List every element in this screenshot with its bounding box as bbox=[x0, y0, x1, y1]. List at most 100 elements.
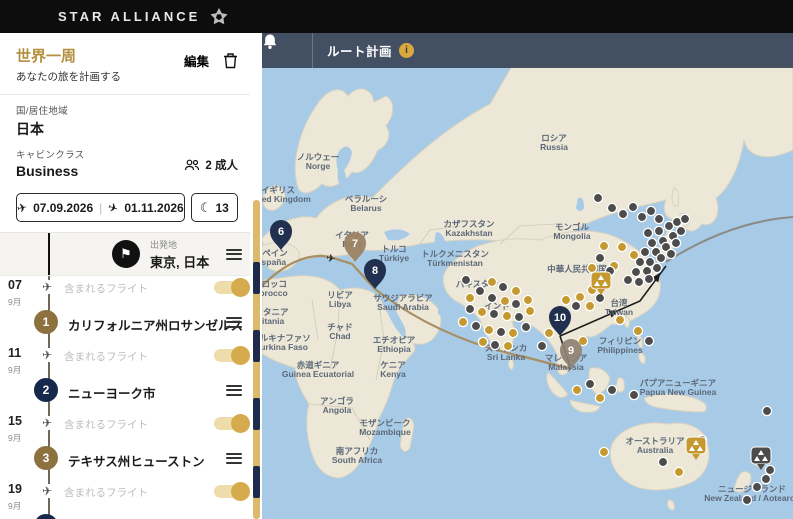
airport-dot[interactable] bbox=[680, 214, 689, 223]
airport-dot[interactable] bbox=[475, 286, 484, 295]
airport-dot[interactable] bbox=[643, 228, 652, 237]
included-flight-toggle[interactable] bbox=[214, 281, 248, 294]
scrollbar-segment bbox=[253, 262, 260, 294]
airport-dot[interactable] bbox=[458, 317, 467, 326]
airport-dot[interactable] bbox=[618, 209, 627, 218]
airport-dot[interactable] bbox=[595, 293, 604, 302]
airport-dot[interactable] bbox=[465, 293, 474, 302]
airport-dot[interactable] bbox=[585, 301, 594, 310]
airport-dot[interactable] bbox=[674, 467, 683, 476]
stop-row[interactable]: 4 カンクン bbox=[0, 504, 250, 519]
airport-dot[interactable] bbox=[477, 307, 486, 316]
airport-dot[interactable] bbox=[514, 312, 523, 321]
info-icon[interactable]: i bbox=[399, 43, 414, 58]
airport-dot[interactable] bbox=[647, 238, 656, 247]
airport-dot[interactable] bbox=[544, 328, 553, 337]
airport-dot[interactable] bbox=[607, 385, 616, 394]
delete-trip-button[interactable] bbox=[223, 52, 238, 69]
airport-dot[interactable] bbox=[498, 282, 507, 291]
airport-dot[interactable] bbox=[572, 385, 581, 394]
airport-dot[interactable] bbox=[471, 321, 480, 330]
airport-dot[interactable] bbox=[631, 267, 640, 276]
airport-dot[interactable] bbox=[654, 214, 663, 223]
edit-button[interactable]: 編集 bbox=[184, 51, 209, 70]
airport-dot[interactable] bbox=[640, 247, 649, 256]
airport-dot[interactable] bbox=[484, 325, 493, 334]
airport-dot[interactable] bbox=[461, 275, 470, 284]
airport-dot[interactable] bbox=[671, 238, 680, 247]
airport-dot[interactable] bbox=[623, 275, 632, 284]
airport-dot[interactable] bbox=[537, 341, 546, 350]
airport-dot[interactable] bbox=[593, 193, 602, 202]
airport-dot[interactable] bbox=[644, 274, 653, 283]
included-flight-toggle[interactable] bbox=[214, 349, 248, 362]
drag-handle-icon[interactable] bbox=[226, 382, 242, 398]
airport-dot[interactable] bbox=[646, 206, 655, 215]
sidebar-scrollbar[interactable] bbox=[250, 33, 262, 519]
airport-dot[interactable] bbox=[571, 301, 580, 310]
airport-dot[interactable] bbox=[628, 202, 637, 211]
included-flight-toggle[interactable] bbox=[214, 417, 248, 430]
airport-dot[interactable] bbox=[666, 249, 675, 258]
airport-dot[interactable] bbox=[511, 299, 520, 308]
airport-dot[interactable] bbox=[607, 203, 616, 212]
airport-dot[interactable] bbox=[525, 306, 534, 315]
airport-dot[interactable] bbox=[676, 226, 685, 235]
airport-dot[interactable] bbox=[561, 295, 570, 304]
stop-row[interactable]: 3 テキサス州ヒューストン bbox=[0, 436, 250, 480]
airport-dot[interactable] bbox=[629, 390, 638, 399]
airport-dot[interactable] bbox=[503, 341, 512, 350]
airport-dot[interactable] bbox=[587, 263, 596, 272]
airport-dot[interactable] bbox=[615, 315, 624, 324]
drag-handle-icon[interactable] bbox=[226, 450, 242, 466]
airport-dot[interactable] bbox=[644, 336, 653, 345]
route-map[interactable]: ✈ ノルウェーNorgeイギリスUnited KingdomベラルーシBelar… bbox=[262, 33, 793, 519]
nights-field[interactable]: ☾ 13 bbox=[191, 193, 238, 222]
date-range-field[interactable]: ✈ 07.09.2026 | ✈ 01.11.2026 bbox=[16, 193, 185, 222]
airport-dot[interactable] bbox=[599, 447, 608, 456]
drag-handle-icon[interactable] bbox=[226, 246, 242, 262]
airport-dot[interactable] bbox=[752, 482, 761, 491]
airport-dot[interactable] bbox=[487, 293, 496, 302]
airport-dot[interactable] bbox=[742, 495, 751, 504]
airport-dot[interactable] bbox=[654, 226, 663, 235]
stop-number-badge: 4 bbox=[34, 514, 58, 519]
airport-dot[interactable] bbox=[652, 263, 661, 272]
airport-dot[interactable] bbox=[585, 379, 594, 388]
airport-dot[interactable] bbox=[489, 309, 498, 318]
airport-dot[interactable] bbox=[500, 296, 509, 305]
airport-dot[interactable] bbox=[487, 277, 496, 286]
airport-dot[interactable] bbox=[656, 253, 665, 262]
airport-dot[interactable] bbox=[633, 326, 642, 335]
stop-row[interactable]: 2 ニューヨーク市 bbox=[0, 368, 250, 412]
airport-dot[interactable] bbox=[762, 406, 771, 415]
airport-dot[interactable] bbox=[465, 304, 474, 313]
passenger-selector[interactable]: 2 成人 bbox=[184, 157, 238, 173]
included-flight-toggle[interactable] bbox=[214, 485, 248, 498]
airport-dot[interactable] bbox=[521, 322, 530, 331]
airport-dot[interactable] bbox=[502, 311, 511, 320]
cabin-label: キャビンクラス bbox=[16, 147, 84, 161]
drag-handle-icon[interactable] bbox=[226, 314, 242, 330]
airport-dot[interactable] bbox=[490, 340, 499, 349]
origin-row[interactable]: ⚑ 出発地 東京, 日本 bbox=[0, 233, 250, 276]
airport-dot[interactable] bbox=[637, 212, 646, 221]
stop-number-badge: 2 bbox=[34, 378, 58, 402]
airport-dot[interactable] bbox=[617, 242, 626, 251]
airport-dot[interactable] bbox=[629, 250, 638, 259]
airport-dot[interactable] bbox=[599, 241, 608, 250]
airport-dot[interactable] bbox=[508, 328, 517, 337]
airport-dot[interactable] bbox=[523, 295, 532, 304]
airport-dot[interactable] bbox=[761, 474, 770, 483]
airport-dot[interactable] bbox=[765, 465, 774, 474]
airport-dot[interactable] bbox=[478, 337, 487, 346]
airport-dot[interactable] bbox=[575, 292, 584, 301]
airport-dot[interactable] bbox=[634, 277, 643, 286]
airport-dot[interactable] bbox=[511, 286, 520, 295]
airport-dot[interactable] bbox=[595, 393, 604, 402]
airport-dot[interactable] bbox=[658, 457, 667, 466]
tab-route-plan[interactable]: ルート計画 i bbox=[313, 33, 428, 68]
airport-dot[interactable] bbox=[496, 327, 505, 336]
airport-dot[interactable] bbox=[595, 253, 604, 262]
stop-row[interactable]: 1 カリフォルニア州ロサンゼルス bbox=[0, 300, 250, 344]
